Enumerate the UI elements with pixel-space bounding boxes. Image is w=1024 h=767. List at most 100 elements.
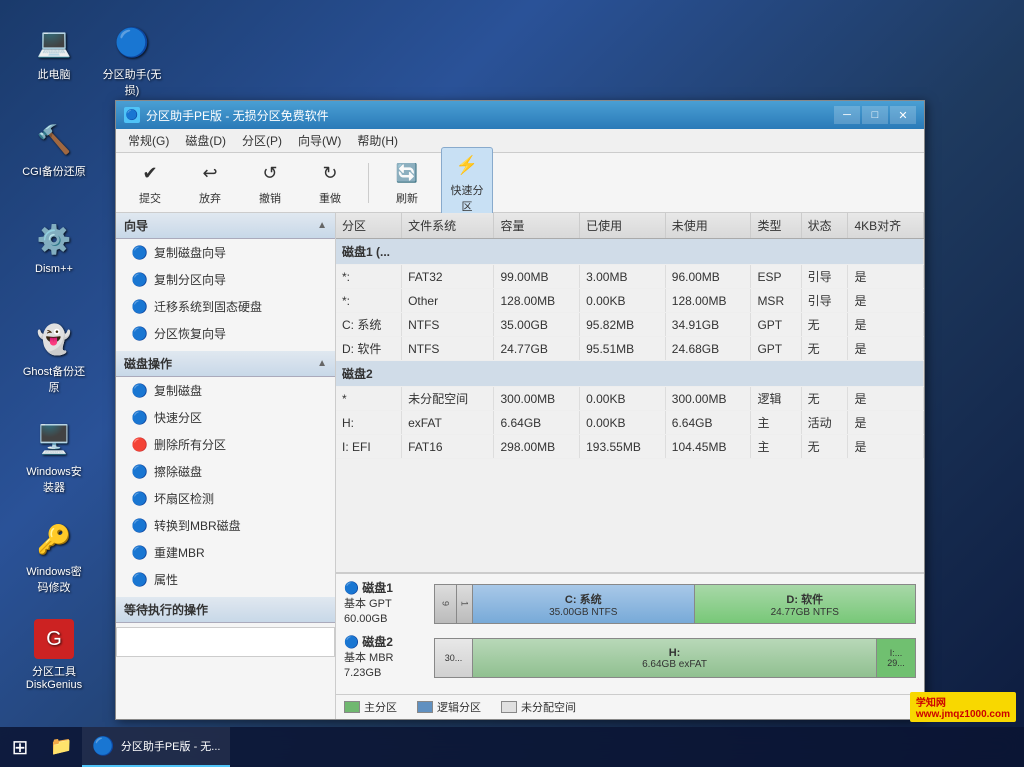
disk2-seg-unalloc[interactable]: 30... [435, 639, 473, 677]
sidebar-item-bad-sector[interactable]: 🔵 坏扇区检测 [116, 485, 335, 512]
disk2-name: 🔵 磁盘2 [344, 634, 434, 651]
close-button[interactable]: ✕ [890, 106, 916, 124]
disk1-header-row[interactable]: 磁盘1 (... [336, 239, 924, 265]
table-row-disk1-part1[interactable]: *:FAT3299.00MB3.00MB96.00MBESP引导是 [336, 265, 924, 289]
sidebar-item-migrate-ssd[interactable]: 🔵 迁移系统到固态硬盘 [116, 293, 335, 320]
undo-button[interactable]: ↺ 撤销 [244, 155, 296, 211]
refresh-button[interactable]: 🔄 刷新 [381, 155, 433, 211]
diskgenius-icon: G [34, 619, 74, 659]
disk1-seg-d[interactable]: D: 软件 24.77GB NTFS [695, 585, 916, 623]
taskbar-file-explorer[interactable]: 📁 [40, 727, 82, 767]
sidebar-header-wizard[interactable]: 向导 ▲ [116, 213, 335, 239]
cell-d2p1-col5: 逻辑 [751, 387, 801, 411]
sidebar-item-rebuild-mbr[interactable]: 🔵 重建MBR [116, 539, 335, 566]
desktop-icon-diskgenius[interactable]: G 分区工具DiskGenius [18, 615, 90, 695]
disk1-d-label: D: 软件 [786, 591, 823, 607]
table-row-disk1-part4[interactable]: D: 软件NTFS24.77GB95.51MB24.68GBGPT无是 [336, 337, 924, 361]
desktop-icon-dism[interactable]: ⚙️ Dism++ [18, 215, 90, 279]
disk2-i-size: 29... [887, 658, 905, 668]
minimize-button[interactable]: ─ [834, 106, 860, 124]
sidebar-item-convert-mbr[interactable]: 🔵 转换到MBR磁盘 [116, 512, 335, 539]
menu-wizard[interactable]: 向导(W) [290, 130, 349, 151]
cell-d2p1-col2: 300.00MB [494, 387, 580, 411]
redo-button[interactable]: ↻ 重做 [304, 155, 356, 211]
cell-d2p2-col2: 6.64GB [494, 411, 580, 435]
cell-d1p2-col3: 0.00KB [580, 289, 666, 313]
sidebar-item-quick-part[interactable]: 🔵 快速分区 [116, 404, 335, 431]
sidebar-header-pending[interactable]: 等待执行的操作 [116, 597, 335, 623]
title-bar: 🔵 分区助手PE版 - 无损分区免费软件 ─ □ ✕ [116, 101, 924, 129]
menu-general[interactable]: 常规(G) [120, 130, 177, 151]
desktop-icon-my-computer[interactable]: 💻 此电脑 [18, 18, 90, 86]
sidebar-item-properties[interactable]: 🔵 属性 [116, 566, 335, 593]
watermark-url: www.jmqz1000.com [916, 709, 1010, 720]
quick-partition-button[interactable]: ⚡ 快速分区 [441, 147, 493, 219]
legend-logical: 逻辑分区 [417, 699, 481, 715]
sidebar-item-wipe[interactable]: 🔵 擦除磁盘 [116, 458, 335, 485]
table-row-disk1-part2[interactable]: *:Other128.00MB0.00KB128.00MBMSR引导是 [336, 289, 924, 313]
sidebar-item-delete-all[interactable]: 🔴 删除所有分区 [116, 431, 335, 458]
table-header-row: 分区 文件系统 容量 已使用 未使用 类型 状态 4KB对齐 [336, 213, 924, 239]
sidebar-item-copy-disk-op[interactable]: 🔵 复制磁盘 [116, 377, 335, 404]
legend-unalloc-color [501, 701, 517, 713]
desktop-icon-ghost[interactable]: 👻 Ghost备份还原 [18, 315, 90, 399]
disk1-c-size: 35.00GB NTFS [549, 607, 617, 618]
cell-d2p3-col6: 无 [801, 435, 848, 459]
col-partition: 分区 [336, 213, 402, 239]
partition-table: 分区 文件系统 容量 已使用 未使用 类型 状态 4KB对齐 磁盘1 (...*… [336, 213, 924, 459]
cell-d2p3-col1: FAT16 [402, 435, 494, 459]
cell-d1p4-col0: D: 软件 [336, 337, 402, 361]
sidebar-wizard-title: 向导 [124, 217, 148, 234]
my-computer-label: 此电脑 [38, 66, 71, 82]
copy-disk-op-icon: 🔵 [132, 383, 148, 399]
rebuild-mbr-label: 重建MBR [154, 544, 205, 561]
sidebar-item-copy-disk[interactable]: 🔵 复制磁盘向导 [116, 239, 335, 266]
maximize-button[interactable]: □ [862, 106, 888, 124]
disk2-seg-h[interactable]: H: 6.64GB exFAT [473, 639, 877, 677]
desktop-icon-partition-assistant[interactable]: 🔵 分区助手(无损) [92, 18, 172, 102]
submit-button[interactable]: ✔ 提交 [124, 155, 176, 211]
menu-help[interactable]: 帮助(H) [349, 130, 406, 151]
cell-d1p1-col4: 96.00MB [665, 265, 751, 289]
table-row-disk2-part1[interactable]: *未分配空间300.00MB0.00KB300.00MB逻辑无是 [336, 387, 924, 411]
wizard-collapse-icon: ▲ [317, 220, 327, 231]
disk2-vis-bar[interactable]: 30... H: 6.64GB exFAT I:... 29... [434, 638, 916, 678]
col-size: 容量 [494, 213, 580, 239]
desktop-icon-windows-pwd[interactable]: 🔑 Windows密码修改 [18, 515, 90, 599]
disk1-seg-msr[interactable]: 1 [457, 585, 473, 623]
disk2-seg-i[interactable]: I:... 29... [877, 639, 915, 677]
wipe-icon: 🔵 [132, 464, 148, 480]
discard-button[interactable]: ↩ 放弃 [184, 155, 236, 211]
disk2-unalloc-label: 30... [445, 653, 463, 663]
table-row-disk2-part3[interactable]: I: EFIFAT16298.00MB193.55MB104.45MB主无是 [336, 435, 924, 459]
cell-d1p2-col7: 是 [848, 289, 924, 313]
menu-partition[interactable]: 分区(P) [234, 130, 290, 151]
disk1-vis-bar[interactable]: 9 1 C: 系统 35.00GB NTFS D: 软件 24.77GB NTF… [434, 584, 916, 624]
toolbar-separator [368, 163, 369, 203]
start-button[interactable]: ⊞ [0, 727, 40, 767]
cell-d2p2-col1: exFAT [402, 411, 494, 435]
main-content: 向导 ▲ 🔵 复制磁盘向导 🔵 复制分区向导 🔵 迁移系统到固态硬盘 🔵 [116, 213, 924, 719]
cell-d1p4-col5: GPT [751, 337, 801, 361]
disk1-seg-c[interactable]: C: 系统 35.00GB NTFS [473, 585, 695, 623]
disk2-header-row[interactable]: 磁盘2 [336, 361, 924, 387]
desktop-icon-windows-install[interactable]: 🖥️ Windows安装器 [18, 415, 90, 499]
taskbar-partition-app[interactable]: 🔵 分区助手PE版 - 无... [82, 727, 230, 767]
undo-icon: ↺ [256, 160, 284, 188]
disk2-i-label: I:... [890, 648, 903, 658]
sidebar-item-recover-partition[interactable]: 🔵 分区恢复向导 [116, 320, 335, 347]
redo-icon: ↻ [316, 160, 344, 188]
cell-d2p2-col7: 是 [848, 411, 924, 435]
cell-d1p3-col3: 95.82MB [580, 313, 666, 337]
cell-d1p3-col2: 35.00GB [494, 313, 580, 337]
disk1-name: 🔵 磁盘1 [344, 580, 434, 597]
sidebar-header-disk-ops[interactable]: 磁盘操作 ▲ [116, 351, 335, 377]
desktop-icon-cgi[interactable]: 🔨 CGI备份还原 [18, 115, 90, 183]
sidebar-section-disk-ops: 磁盘操作 ▲ 🔵 复制磁盘 🔵 快速分区 🔴 删除所有分区 🔵 擦除 [116, 351, 335, 593]
table-row-disk2-part2[interactable]: H:exFAT6.64GB0.00KB6.64GB主活动是 [336, 411, 924, 435]
disk1-seg-esp[interactable]: 9 [435, 585, 457, 623]
cell-d2p3-col2: 298.00MB [494, 435, 580, 459]
menu-disk[interactable]: 磁盘(D) [177, 130, 234, 151]
sidebar-item-copy-partition[interactable]: 🔵 复制分区向导 [116, 266, 335, 293]
table-row-disk1-part3[interactable]: C: 系统NTFS35.00GB95.82MB34.91GBGPT无是 [336, 313, 924, 337]
